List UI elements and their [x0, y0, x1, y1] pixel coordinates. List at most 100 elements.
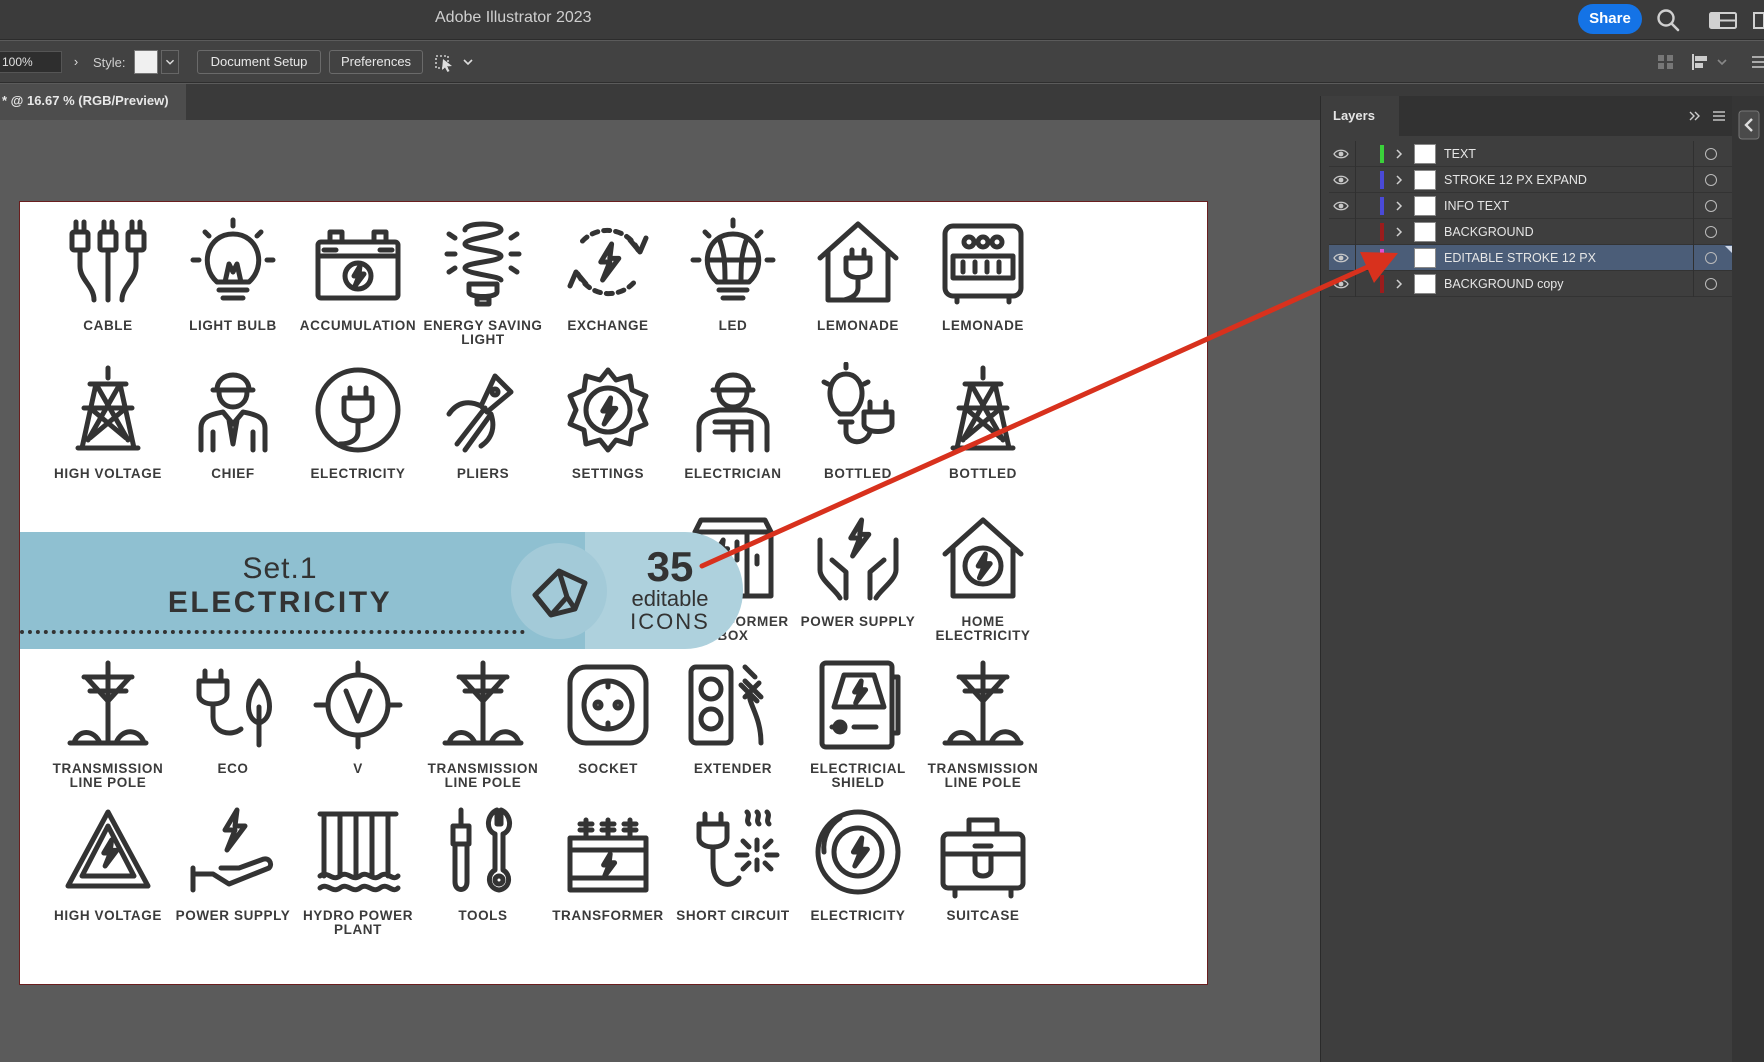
- icon-cell[interactable]: HYDRO POWER PLANT: [288, 790, 428, 938]
- icon-cell[interactable]: EXCHANGE: [538, 202, 678, 348]
- chevron-down-icon[interactable]: [161, 50, 179, 74]
- extender-icon: [688, 664, 764, 746]
- icon-cell[interactable]: LEMONADE: [788, 202, 928, 348]
- icon-cell[interactable]: TRANSMISSION LINE POLE: [413, 643, 553, 791]
- eye-icon[interactable]: [1333, 276, 1349, 292]
- lock-toggle[interactable]: [1356, 219, 1380, 245]
- align-icon[interactable]: [1690, 53, 1730, 71]
- document-setup-button[interactable]: Document Setup: [197, 50, 321, 74]
- target-icon[interactable]: [1705, 278, 1717, 290]
- icon-cell[interactable]: ACCUMULATION: [288, 202, 428, 348]
- properties-panel-icon[interactable]: [1738, 110, 1760, 140]
- document-tab[interactable]: * @ 16.67 % (RGB/Preview): [0, 84, 186, 120]
- layer-row[interactable]: BACKGROUND: [1329, 219, 1733, 245]
- layer-name[interactable]: INFO TEXT: [1444, 199, 1509, 213]
- layer-name[interactable]: BACKGROUND copy: [1444, 277, 1563, 291]
- icon-label: HOME ELECTRICITY: [935, 614, 1031, 643]
- icon-cell[interactable]: ELECTRICIAN: [663, 348, 803, 496]
- icon-cell[interactable]: SUITCASE: [913, 790, 1053, 938]
- layer-name[interactable]: EDITABLE STROKE 12 PX: [1444, 251, 1596, 265]
- layers-tab[interactable]: Layers: [1321, 96, 1399, 136]
- workspace-switcher-icon[interactable]: [1708, 9, 1738, 31]
- icon-cell[interactable]: ELECTRICIAL SHIELD: [788, 643, 928, 791]
- chevron-right-icon[interactable]: [1392, 172, 1406, 188]
- icon-cell[interactable]: EXTENDER: [663, 643, 803, 791]
- chevron-right-icon[interactable]: [1392, 224, 1406, 240]
- target-icon[interactable]: [1705, 226, 1717, 238]
- icon-cell[interactable]: TRANSMISSION LINE POLE: [38, 643, 178, 791]
- layer-row[interactable]: EDITABLE STROKE 12 PX: [1329, 245, 1733, 271]
- collapse-panel-icon[interactable]: [1687, 108, 1703, 124]
- icon-cell[interactable]: V: [288, 643, 428, 791]
- energy-saving-bulb-icon: [444, 221, 522, 307]
- icon-cell[interactable]: ECO: [163, 643, 303, 791]
- icon-cell[interactable]: LED: [663, 202, 803, 348]
- set-banner[interactable]: Set.1 ELECTRICITY 35 editable ICONS: [20, 532, 743, 649]
- icon-cell[interactable]: ELECTRICITY: [788, 790, 928, 938]
- icon-cell[interactable]: BOTTLED: [788, 348, 928, 496]
- icon-label: EXTENDER: [693, 761, 773, 776]
- control-bar-menu-icon[interactable]: [1750, 53, 1764, 71]
- layer-row[interactable]: INFO TEXT: [1329, 193, 1733, 219]
- eye-icon[interactable]: [1333, 198, 1349, 214]
- dock-collapse-bar[interactable]: [1320, 84, 1764, 96]
- icon-cell[interactable]: HOME ELECTRICITY: [913, 496, 1053, 644]
- icon-cell[interactable]: POWER SUPPLY: [788, 496, 928, 644]
- artboard[interactable]: CABLE LIGHT BULB ACCUMULATION ENERGY SAVING…: [20, 202, 1207, 984]
- style-swatch[interactable]: [134, 50, 158, 74]
- lock-toggle[interactable]: [1356, 271, 1380, 297]
- icon-cell[interactable]: HIGH VOLTAGE: [38, 790, 178, 938]
- icon-label: ELECTRICIAL SHIELD: [810, 761, 906, 790]
- lock-toggle[interactable]: [1356, 141, 1380, 167]
- icon-cell[interactable]: LIGHT BULB: [163, 202, 303, 348]
- select-similar-icon[interactable]: [434, 51, 474, 73]
- target-icon[interactable]: [1705, 252, 1717, 264]
- icon-cell[interactable]: ELECTRICITY: [288, 348, 428, 496]
- icon-cell[interactable]: POWER SUPPLY: [163, 790, 303, 938]
- icon-cell[interactable]: TRANSFORMER: [538, 790, 678, 938]
- zoom-field[interactable]: 100%: [0, 51, 62, 73]
- lock-toggle[interactable]: [1356, 167, 1380, 193]
- chevron-right-icon[interactable]: [1392, 276, 1406, 292]
- search-icon[interactable]: [1655, 7, 1681, 33]
- icon-cell[interactable]: SETTINGS: [538, 348, 678, 496]
- icon-label: SUITCASE: [946, 908, 1020, 923]
- icon-cell[interactable]: LEMONADE: [913, 202, 1053, 348]
- chevron-right-icon[interactable]: [1392, 146, 1406, 162]
- share-button[interactable]: Share: [1578, 4, 1642, 34]
- layer-name[interactable]: TEXT: [1444, 147, 1476, 161]
- target-icon[interactable]: [1705, 200, 1717, 212]
- icon-cell[interactable]: SHORT CIRCUIT: [663, 790, 803, 938]
- eye-icon[interactable]: [1333, 172, 1349, 188]
- layer-row[interactable]: STROKE 12 PX EXPAND: [1329, 167, 1733, 193]
- icon-label: ELECTRICIAN: [684, 466, 782, 481]
- arrange-documents-icon[interactable]: [1656, 53, 1676, 71]
- target-icon[interactable]: [1705, 148, 1717, 160]
- lock-toggle[interactable]: [1356, 245, 1380, 271]
- layer-name[interactable]: STROKE 12 PX EXPAND: [1444, 173, 1587, 187]
- icon-cell[interactable]: CABLE: [38, 202, 178, 348]
- panel-menu-icon[interactable]: [1711, 108, 1727, 124]
- zoom-next-icon[interactable]: ›: [68, 51, 84, 73]
- canvas[interactable]: CABLE LIGHT BULB ACCUMULATION ENERGY SAVING…: [0, 120, 1320, 1062]
- transformer-icon: [567, 817, 649, 893]
- chevron-right-icon[interactable]: [1392, 198, 1406, 214]
- visibility-toggle[interactable]: [1333, 224, 1349, 240]
- icon-cell[interactable]: HIGH VOLTAGE: [38, 348, 178, 496]
- target-icon[interactable]: [1705, 174, 1717, 186]
- icon-cell[interactable]: CHIEF: [163, 348, 303, 496]
- icon-cell[interactable]: ENERGY SAVING LIGHT: [413, 202, 553, 348]
- icon-cell[interactable]: SOCKET: [538, 643, 678, 791]
- eye-icon[interactable]: [1333, 146, 1349, 162]
- layer-row[interactable]: TEXT: [1329, 141, 1733, 167]
- panel-toggle-icon[interactable]: [1752, 9, 1764, 31]
- layer-row[interactable]: BACKGROUND copy: [1329, 271, 1733, 297]
- preferences-button[interactable]: Preferences: [329, 50, 423, 74]
- lock-toggle[interactable]: [1356, 193, 1380, 219]
- eye-icon[interactable]: [1333, 250, 1349, 266]
- layer-name[interactable]: BACKGROUND: [1444, 225, 1534, 239]
- icon-cell[interactable]: PLIERS: [413, 348, 553, 496]
- icon-cell[interactable]: TOOLS: [413, 790, 553, 938]
- icon-cell[interactable]: TRANSMISSION LINE POLE: [913, 643, 1053, 791]
- icon-cell[interactable]: BOTTLED: [913, 348, 1053, 496]
